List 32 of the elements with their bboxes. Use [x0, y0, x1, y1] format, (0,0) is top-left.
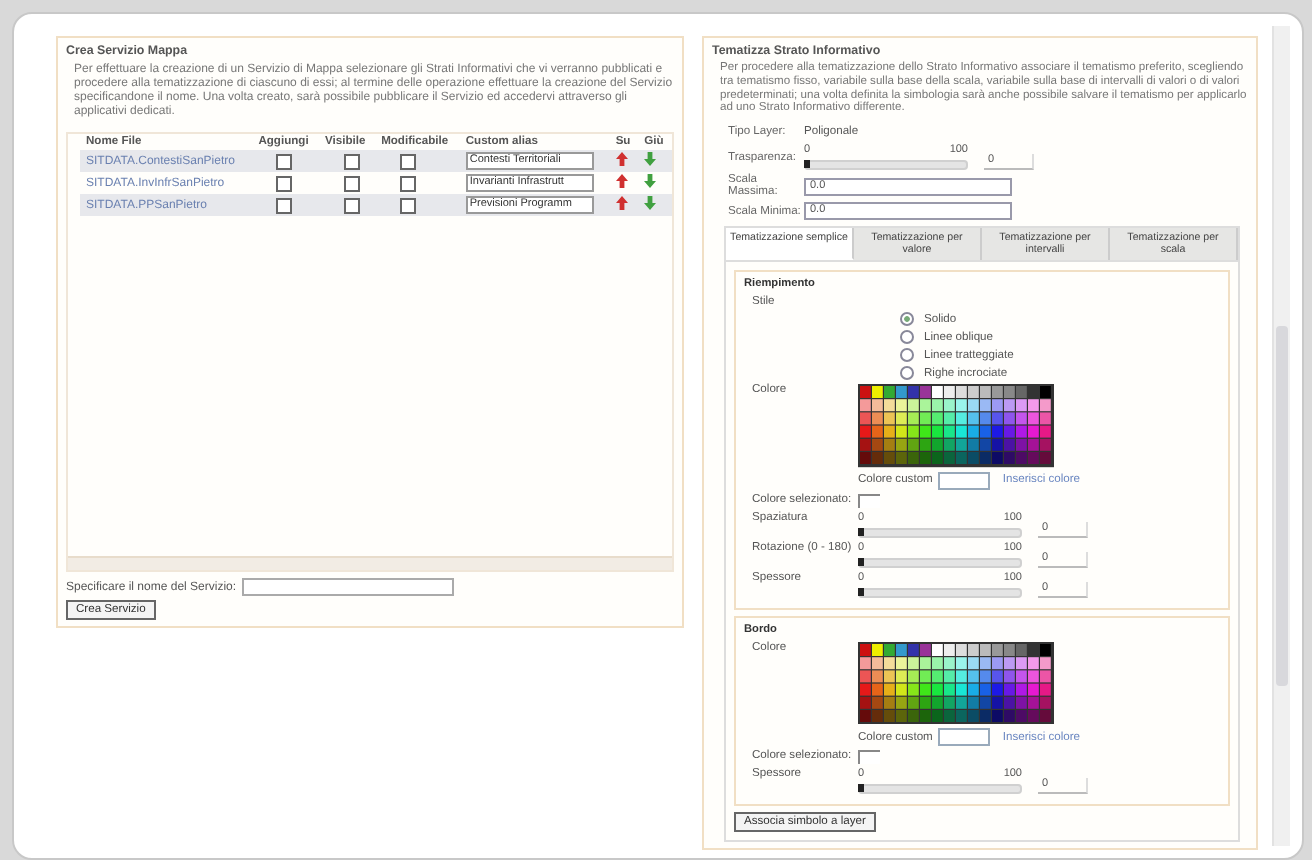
- slider-thumb[interactable]: [858, 587, 864, 596]
- slider-thumb[interactable]: [858, 784, 864, 793]
- checkbox[interactable]: [276, 197, 293, 213]
- checkbox[interactable]: [399, 153, 416, 169]
- vertical-scrollbar[interactable]: [1272, 26, 1290, 846]
- checkbox[interactable]: [276, 175, 293, 191]
- radio-button[interactable]: [900, 348, 914, 363]
- checkbox[interactable]: [343, 197, 360, 213]
- custom-color-field[interactable]: [938, 471, 991, 490]
- slider-thumb[interactable]: [804, 160, 810, 169]
- checkbox[interactable]: [276, 153, 293, 169]
- slider-track[interactable]: [858, 587, 1022, 598]
- checkbox[interactable]: [343, 175, 360, 191]
- slider-track[interactable]: [858, 527, 1022, 538]
- radio-button[interactable]: [900, 330, 914, 345]
- selected-color-swatch: [858, 750, 880, 765]
- selected-color-swatch: [858, 493, 880, 508]
- checkbox[interactable]: [343, 153, 360, 169]
- slider-track[interactable]: [804, 160, 968, 171]
- service-name-field[interactable]: [242, 578, 455, 596]
- checkbox[interactable]: [399, 197, 416, 213]
- slider-thumb[interactable]: [858, 557, 864, 566]
- color-palette[interactable]: [858, 641, 1054, 725]
- horizontal-scrollbar[interactable]: [68, 556, 672, 570]
- custom-color-field[interactable]: [938, 728, 991, 747]
- slider-track[interactable]: [858, 557, 1022, 568]
- color-palette[interactable]: [858, 384, 1054, 468]
- radio-button[interactable]: [900, 312, 914, 327]
- radio-button[interactable]: [900, 366, 914, 381]
- slider-track[interactable]: [858, 784, 1022, 795]
- checkbox[interactable]: [399, 175, 416, 191]
- slider-thumb[interactable]: [858, 527, 864, 536]
